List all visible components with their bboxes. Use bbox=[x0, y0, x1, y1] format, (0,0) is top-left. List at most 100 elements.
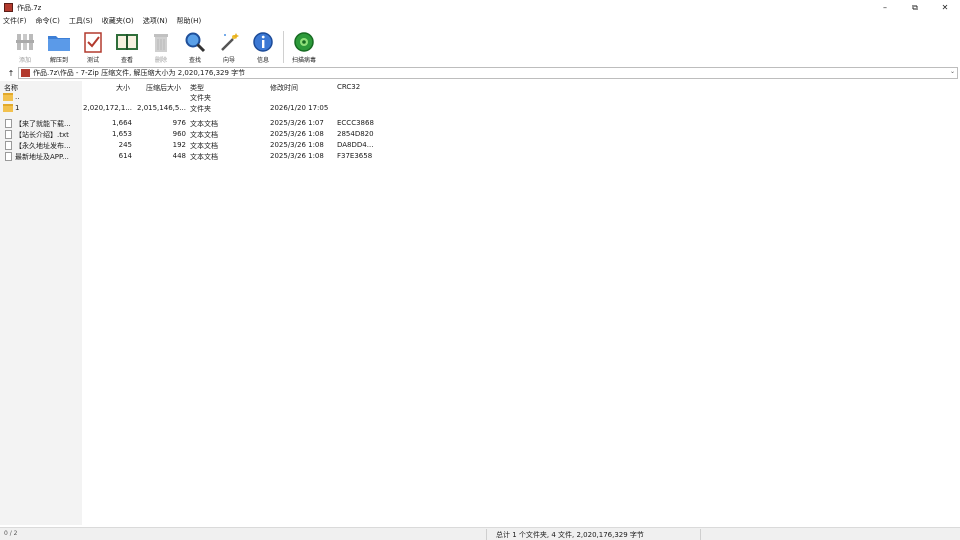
row-modified: 2025/3/26 1:08 bbox=[270, 152, 324, 160]
archive-manager-window: 作品.7z – ⧉ ✕ 文件(F) 命令(C) 工具(S) 收藏夹(O) 选项(… bbox=[0, 0, 960, 540]
minimize-button[interactable]: – bbox=[870, 0, 900, 15]
folder-icon bbox=[3, 93, 13, 101]
row-name: 【来了就能下载... bbox=[15, 120, 71, 128]
text-file-icon bbox=[5, 141, 12, 150]
menu-commands[interactable]: 命令(C) bbox=[36, 16, 60, 26]
window-title: 作品.7z bbox=[17, 3, 42, 12]
table-row[interactable]: 最新地址及APP... 614 448 文本文档 2025/3/26 1:08 … bbox=[0, 151, 960, 162]
status-divider bbox=[700, 529, 701, 540]
row-type: 文本文档 bbox=[190, 120, 218, 128]
row-modified: 2025/3/26 1:07 bbox=[270, 119, 324, 127]
table-row[interactable]: 【站长介绍】.txt 1,653 960 文本文档 2025/3/26 1:08… bbox=[0, 129, 960, 140]
maximize-button[interactable]: ⧉ bbox=[900, 0, 930, 15]
add-label: 添加 bbox=[18, 57, 31, 64]
row-name: 【站长介绍】.txt bbox=[15, 131, 69, 139]
delete-label: 删除 bbox=[154, 57, 167, 64]
text-file-icon bbox=[5, 119, 12, 128]
row-packed-size: 448 bbox=[172, 152, 186, 160]
test-button[interactable]: 测试 bbox=[76, 27, 110, 65]
delete-button[interactable]: 删除 bbox=[144, 27, 178, 65]
row-packed-size: 960 bbox=[172, 130, 186, 138]
row-name: 【永久地址发布... bbox=[15, 142, 71, 150]
extract-to-icon bbox=[47, 30, 71, 54]
column-header-crc32[interactable]: CRC32 bbox=[337, 83, 360, 91]
menu-file[interactable]: 文件(F) bbox=[3, 16, 27, 26]
column-header-row: 名称 大小 压缩后大小 类型 修改时间 CRC32 bbox=[0, 81, 960, 92]
row-name: 最新地址及APP... bbox=[15, 153, 69, 161]
virus-scan-button[interactable]: 扫描病毒 bbox=[287, 27, 321, 65]
find-label: 查找 bbox=[188, 57, 201, 64]
delete-trash-icon bbox=[149, 30, 173, 54]
status-selection: 0 / 2 bbox=[4, 530, 18, 537]
archive-icon bbox=[21, 69, 30, 77]
address-path-text: 作品.7z\作品 - 7-Zip 压缩文件, 解压缩大小为 2,020,176,… bbox=[33, 69, 246, 77]
row-crc32: 2854D820 bbox=[337, 130, 374, 138]
virus-scan-label: 扫描病毒 bbox=[291, 57, 316, 64]
wizard-wand-icon bbox=[217, 30, 241, 54]
text-file-icon bbox=[5, 152, 12, 161]
row-name: .. bbox=[15, 93, 20, 101]
extract-to-label: 解压到 bbox=[49, 57, 68, 64]
row-packed-size: 2,015,146,5... bbox=[137, 104, 186, 112]
chevron-down-icon[interactable]: ⌄ bbox=[950, 68, 955, 75]
info-label: 信息 bbox=[256, 57, 269, 64]
add-archive-icon bbox=[13, 30, 37, 54]
menu-help[interactable]: 帮助(H) bbox=[176, 16, 201, 26]
find-magnifier-icon bbox=[183, 30, 207, 54]
folder-icon bbox=[3, 104, 13, 112]
info-button[interactable]: 信息 bbox=[246, 27, 280, 65]
row-type: 文件夹 bbox=[190, 105, 211, 113]
menu-favorites[interactable]: 收藏夹(O) bbox=[102, 16, 134, 26]
title-bar: 作品.7z – ⧉ ✕ bbox=[0, 0, 960, 15]
row-type: 文本文档 bbox=[190, 153, 218, 161]
row-size: 614 bbox=[118, 152, 132, 160]
table-row[interactable]: .. 文件夹 bbox=[0, 92, 960, 103]
extract-to-button[interactable]: 解压到 bbox=[42, 27, 76, 65]
menu-bar: 文件(F) 命令(C) 工具(S) 收藏夹(O) 选项(N) 帮助(H) bbox=[0, 15, 960, 27]
test-label: 测试 bbox=[86, 57, 99, 64]
wizard-button[interactable]: 向导 bbox=[212, 27, 246, 65]
table-row[interactable]: 1 2,020,172,1... 2,015,146,5... 文件夹 2026… bbox=[0, 103, 960, 114]
find-button[interactable]: 查找 bbox=[178, 27, 212, 65]
info-icon bbox=[251, 30, 275, 54]
view-book-icon bbox=[115, 30, 139, 54]
table-row[interactable]: 【来了就能下载... 1,664 976 文本文档 2025/3/26 1:07… bbox=[0, 118, 960, 129]
file-list: 名称 大小 压缩后大小 类型 修改时间 CRC32 .. 文件夹 1 2,020… bbox=[0, 81, 960, 525]
address-path-field[interactable]: 作品.7z\作品 - 7-Zip 压缩文件, 解压缩大小为 2,020,176,… bbox=[18, 67, 958, 79]
row-crc32: F37E3658 bbox=[337, 152, 373, 160]
table-row[interactable]: 【永久地址发布... 245 192 文本文档 2025/3/26 1:08 D… bbox=[0, 140, 960, 151]
menu-options[interactable]: 选项(N) bbox=[143, 16, 168, 26]
address-bar: ↑ 作品.7z\作品 - 7-Zip 压缩文件, 解压缩大小为 2,020,17… bbox=[4, 67, 958, 79]
status-summary: 总计 1 个文件夹, 4 文件, 2,020,176,329 字节 bbox=[496, 531, 644, 539]
add-button[interactable]: 添加 bbox=[8, 27, 42, 65]
toolbar-separator bbox=[283, 31, 284, 63]
row-modified: 2026/1/20 17:05 bbox=[270, 104, 329, 112]
row-packed-size: 192 bbox=[172, 141, 186, 149]
row-packed-size: 976 bbox=[172, 119, 186, 127]
row-size: 245 bbox=[118, 141, 132, 149]
view-label: 查看 bbox=[120, 57, 133, 64]
text-file-icon bbox=[5, 130, 12, 139]
row-size: 1,653 bbox=[111, 130, 132, 138]
toolbar: 添加 解压到 测试 查看 删除 查找 向导 信息 扫描病毒 bbox=[0, 27, 960, 66]
row-crc32: DA8DD4... bbox=[337, 141, 374, 149]
up-folder-button[interactable]: ↑ bbox=[4, 67, 18, 79]
virus-scan-icon bbox=[292, 30, 316, 54]
row-type: 文件夹 bbox=[190, 94, 211, 102]
row-size: 1,664 bbox=[111, 119, 132, 127]
row-modified: 2025/3/26 1:08 bbox=[270, 141, 324, 149]
row-crc32: ECCC3868 bbox=[337, 119, 374, 127]
row-size: 2,020,172,1... bbox=[83, 104, 132, 112]
menu-tools[interactable]: 工具(S) bbox=[69, 16, 93, 26]
view-button[interactable]: 查看 bbox=[110, 27, 144, 65]
row-type: 文本文档 bbox=[190, 142, 218, 150]
close-button[interactable]: ✕ bbox=[930, 0, 960, 15]
status-bar: 0 / 2 总计 1 个文件夹, 4 文件, 2,020,176,329 字节 bbox=[0, 527, 960, 540]
window-controls: – ⧉ ✕ bbox=[870, 0, 960, 15]
wizard-label: 向导 bbox=[222, 57, 235, 64]
status-divider bbox=[486, 529, 487, 540]
row-type: 文本文档 bbox=[190, 131, 218, 139]
test-icon bbox=[81, 30, 105, 54]
row-name: 1 bbox=[15, 104, 20, 112]
row-modified: 2025/3/26 1:08 bbox=[270, 130, 324, 138]
